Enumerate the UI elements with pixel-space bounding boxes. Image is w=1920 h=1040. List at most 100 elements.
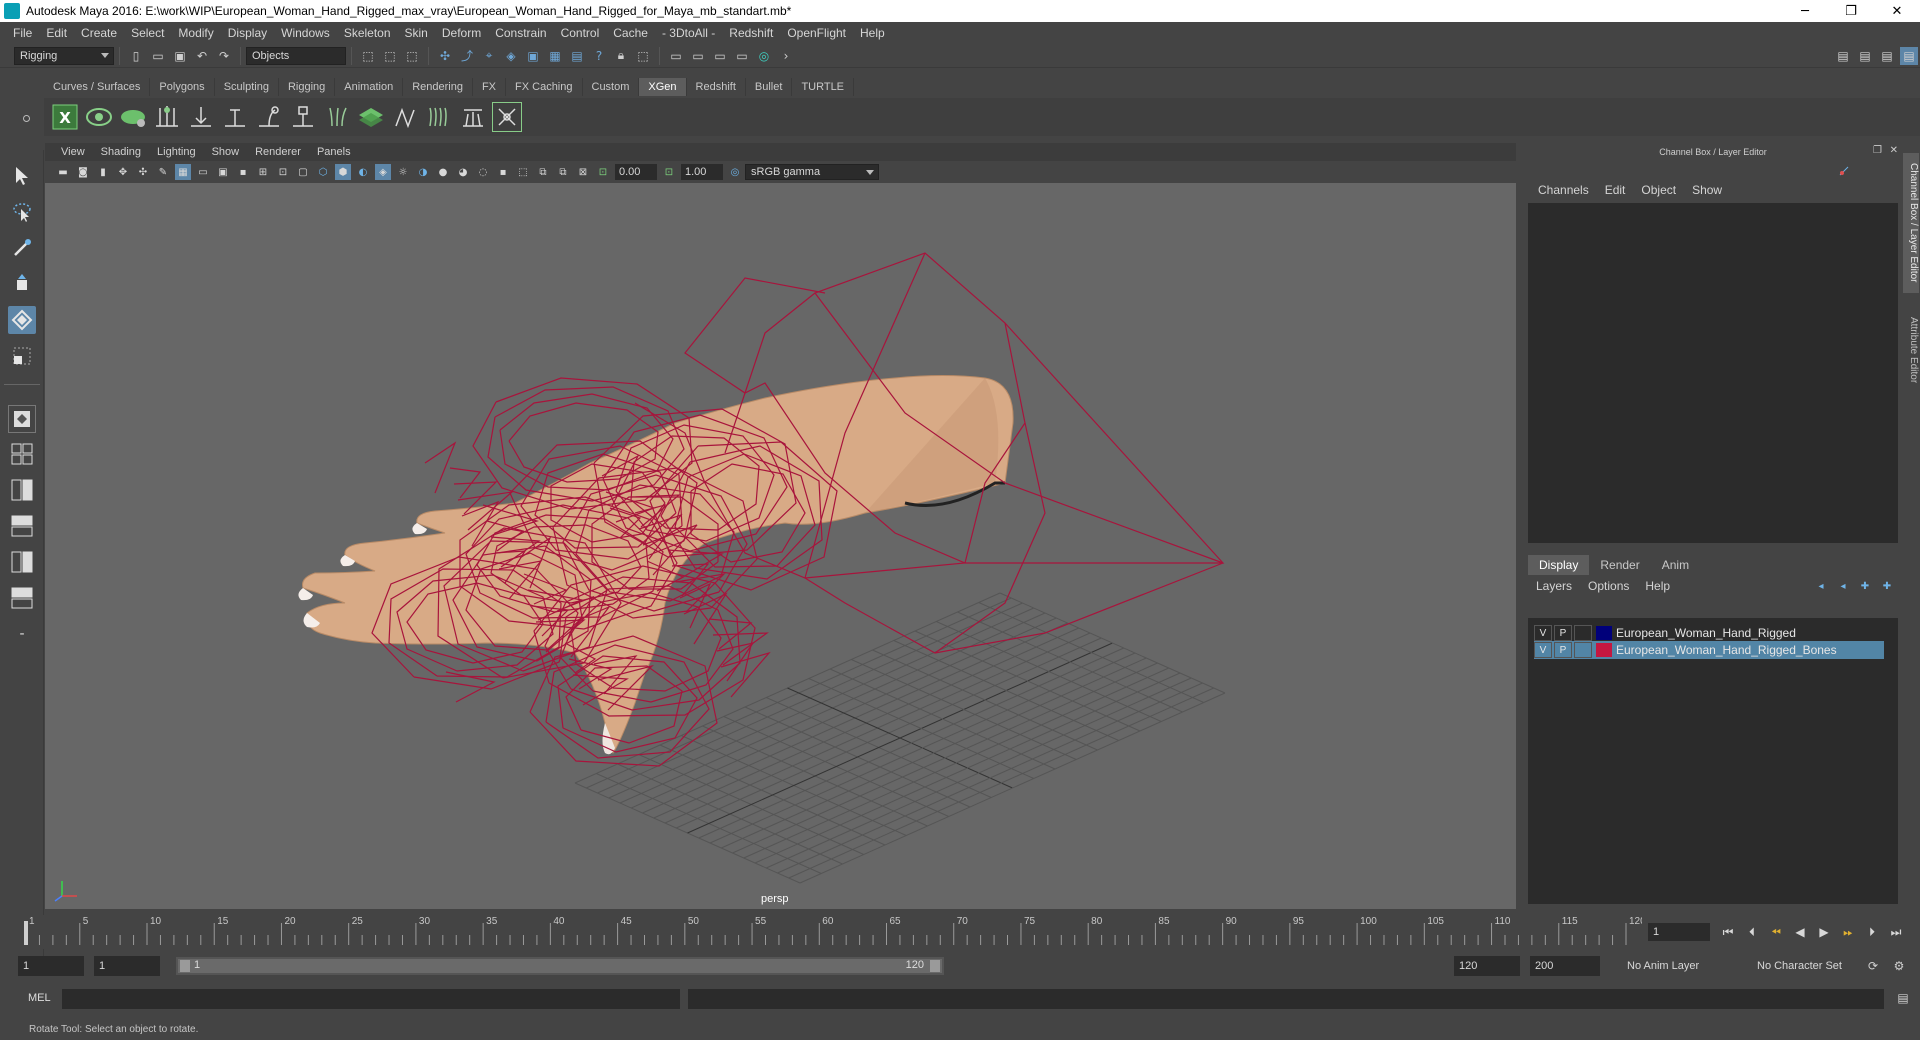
lasso-tool-icon[interactable]: [8, 198, 36, 226]
undo-icon[interactable]: ↶: [193, 47, 211, 65]
grid-icon[interactable]: ▦: [175, 164, 191, 180]
shelf-tab-rendering[interactable]: Rendering: [403, 78, 473, 96]
single-view-layout-icon[interactable]: [8, 405, 36, 433]
new-layer-selected-icon[interactable]: ✚: [1878, 577, 1896, 595]
menu-skeleton[interactable]: Skeleton: [337, 26, 398, 40]
menu-select[interactable]: Select: [124, 26, 171, 40]
move-tool-icon[interactable]: [8, 270, 36, 298]
hypershade-icon[interactable]: ▭: [733, 47, 751, 65]
channel-box-options-icon[interactable]: [1838, 165, 1850, 177]
layer-tab-display[interactable]: Display: [1528, 555, 1590, 575]
3d-viewport[interactable]: persp: [45, 183, 1516, 909]
snap-surface-icon[interactable]: ▤: [568, 47, 586, 65]
menu-windows[interactable]: Windows: [274, 26, 337, 40]
graph-persp-layout-icon[interactable]: [8, 548, 36, 576]
channel-box-area[interactable]: [1528, 203, 1898, 543]
exposure-icon[interactable]: ⊡: [595, 164, 611, 180]
exposure-field[interactable]: 0.00: [615, 164, 657, 180]
xgen-sculpt-guides-icon[interactable]: [186, 102, 216, 132]
shelf-tab-sculpting[interactable]: Sculpting: [214, 78, 279, 96]
safe-title-icon[interactable]: ▢: [295, 164, 311, 180]
menu-openflight[interactable]: OpenFlight: [780, 26, 853, 40]
xgen-select-icon[interactable]: [492, 102, 522, 132]
select-camera-icon[interactable]: ◙: [75, 164, 91, 180]
menu-display[interactable]: Display: [221, 26, 274, 40]
wireframe-on-shaded-icon[interactable]: ◐: [355, 164, 371, 180]
minimize-button[interactable]: ─: [1782, 0, 1828, 22]
xgen-add-guide-icon[interactable]: [220, 102, 250, 132]
shelf-tab-fx-caching[interactable]: FX Caching: [506, 78, 583, 96]
motion-blur-icon[interactable]: ◕: [455, 164, 471, 180]
scale-tool-icon[interactable]: [8, 342, 36, 370]
select-tool-icon[interactable]: [8, 162, 36, 190]
snap-grid-icon[interactable]: ✣: [436, 47, 454, 65]
resolution-gate-icon[interactable]: ▣: [215, 164, 231, 180]
select-component-icon[interactable]: ⬚: [403, 47, 421, 65]
shelf-tab-fx[interactable]: FX: [472, 78, 507, 96]
shelf-tab-redshift[interactable]: Redshift: [686, 78, 746, 96]
layer-menu-options[interactable]: Options: [1580, 579, 1637, 593]
menu-file[interactable]: File: [6, 26, 39, 40]
command-language-label[interactable]: MEL: [28, 992, 51, 1004]
xgen-guide-attract-icon[interactable]: [322, 102, 352, 132]
viewport-menu-panels[interactable]: Panels: [309, 146, 359, 158]
paint-select-tool-icon[interactable]: [8, 234, 36, 262]
layer-row[interactable]: V P European_Woman_Hand_Rigged: [1534, 624, 1884, 642]
channel-menu-show[interactable]: Show: [1684, 183, 1730, 197]
multisample-aa-icon[interactable]: ◌: [475, 164, 491, 180]
layer-tab-render[interactable]: Render: [1589, 555, 1650, 575]
menu-redshift[interactable]: Redshift: [722, 26, 780, 40]
step-back-frame-icon[interactable]: ⏴: [1742, 922, 1762, 942]
help-icon[interactable]: ?: [590, 47, 608, 65]
menu-skin[interactable]: Skin: [398, 26, 435, 40]
snap-vertex-icon[interactable]: ▦: [546, 47, 564, 65]
viewport-menu-shading[interactable]: Shading: [93, 146, 149, 158]
safe-action-icon[interactable]: ⊡: [275, 164, 291, 180]
scene-canvas[interactable]: [45, 183, 1516, 909]
lock-icon[interactable]: 🔒︎: [612, 47, 630, 65]
viewport-menu-renderer[interactable]: Renderer: [247, 146, 309, 158]
construction-history-icon[interactable]: ⬚: [634, 47, 652, 65]
script-editor-icon[interactable]: ▤: [1894, 989, 1912, 1007]
channel-menu-object[interactable]: Object: [1633, 183, 1684, 197]
camera-move-icon[interactable]: ✥: [115, 164, 131, 180]
xgen-preview-icon[interactable]: [84, 102, 114, 132]
open-scene-icon[interactable]: ▭: [149, 47, 167, 65]
selection-mode-dropdown[interactable]: Objects: [246, 46, 346, 65]
outliner-persp-layout-icon[interactable]: [8, 512, 36, 540]
shelf-tab-rigging[interactable]: Rigging: [278, 78, 336, 96]
layer-name[interactable]: European_Woman_Hand_Rigged: [1616, 626, 1796, 640]
menu-help[interactable]: Help: [853, 26, 892, 40]
modeling-toolkit-icon[interactable]: ▤: [1834, 47, 1852, 65]
render-view-icon[interactable]: ◎: [755, 47, 773, 65]
new-layer-icon[interactable]: ✚: [1856, 577, 1874, 595]
use-all-lights-icon[interactable]: ☼: [395, 164, 411, 180]
layer-color-swatch[interactable]: [1596, 643, 1612, 657]
xray-joints-icon[interactable]: ⧉: [555, 164, 571, 180]
end-time-field[interactable]: 200: [1530, 956, 1600, 976]
side-tab-channel-box[interactable]: Channel Box / Layer Editor: [1903, 153, 1919, 293]
gate-mask-icon[interactable]: ▪: [235, 164, 251, 180]
xgen-comb-icon[interactable]: [424, 102, 454, 132]
anim-layer-dropdown[interactable]: No Anim Layer: [1622, 956, 1748, 976]
viewport-menu-lighting[interactable]: Lighting: [149, 146, 204, 158]
shelf-options-icon[interactable]: [23, 115, 30, 122]
select-hierarchy-icon[interactable]: ⬚: [359, 47, 377, 65]
grease-pencil-icon[interactable]: ✎: [155, 164, 171, 180]
channel-menu-edit[interactable]: Edit: [1597, 183, 1634, 197]
range-start-grip[interactable]: [180, 960, 190, 972]
side-tab-attribute-editor[interactable]: Attribute Editor: [1903, 303, 1919, 398]
move-layer-up-icon[interactable]: ◂: [1812, 577, 1830, 595]
ipr-render-icon[interactable]: ▭: [689, 47, 707, 65]
playback-end-field[interactable]: 120: [1454, 956, 1520, 976]
tool-settings-toggle-icon[interactable]: ▤: [1878, 47, 1896, 65]
animation-preferences-icon[interactable]: ⚙: [1890, 957, 1908, 975]
render-frame-icon[interactable]: ▭: [667, 47, 685, 65]
view-transform-dropdown[interactable]: sRGB gamma: [745, 164, 879, 180]
select-object-icon[interactable]: ⬚: [381, 47, 399, 65]
snap-live-icon[interactable]: ▣: [524, 47, 542, 65]
xgen-layers-icon[interactable]: [356, 102, 386, 132]
menu-edit[interactable]: Edit: [39, 26, 74, 40]
render-settings-icon[interactable]: ▭: [711, 47, 729, 65]
screen-space-ao-icon[interactable]: ●: [435, 164, 451, 180]
